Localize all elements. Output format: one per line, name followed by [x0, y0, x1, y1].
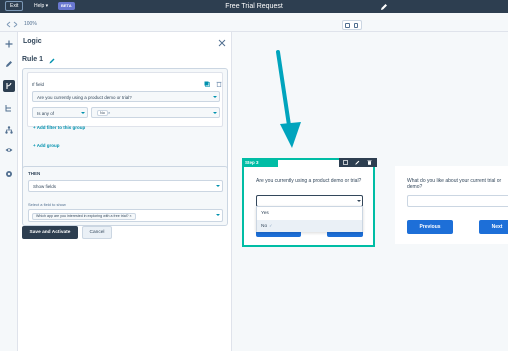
close-icon[interactable] — [218, 39, 226, 47]
then-label: THEN — [28, 171, 41, 176]
select-field-label: Select a field to show — [28, 202, 66, 207]
next-button[interactable]: Next — [479, 220, 508, 234]
action-select-value: Show fields — [33, 184, 57, 189]
value-select[interactable]: No × — [91, 107, 220, 118]
dropdown-options: Yes No ✓ — [256, 206, 363, 232]
target-field-select[interactable]: Which app are you interested in explorin… — [28, 209, 223, 222]
step-tag: Step 3 — [242, 158, 278, 167]
chevron-down-icon — [81, 112, 85, 114]
settings-gear-icon[interactable] — [3, 168, 15, 180]
add-group-link[interactable]: + Add group — [33, 143, 59, 148]
chevron-down-icon — [213, 96, 217, 98]
zoom-level[interactable]: 100% — [24, 21, 37, 27]
step-card[interactable]: Step 3 Are you currently using a product… — [242, 158, 377, 247]
top-bar: Exit Help ▾ BETA Free Trial Request — [0, 0, 508, 13]
form-title: Free Trial Request — [225, 3, 283, 10]
next-question-input[interactable] — [407, 195, 508, 207]
chevron-down-icon — [216, 214, 220, 216]
option-no[interactable]: No ✓ — [257, 220, 362, 232]
filter-group: If field Are you currently using a produ… — [27, 72, 223, 127]
editor-toolbar: 100% — [0, 17, 508, 32]
hierarchy-icon[interactable] — [3, 102, 15, 114]
value-chip: No — [97, 110, 108, 116]
left-rail — [0, 32, 18, 351]
operator-select-value: Is any of — [37, 111, 55, 116]
panel-title: Logic — [23, 38, 42, 45]
style-pencil-icon[interactable] — [3, 58, 15, 70]
form-canvas: Step 3 Are you currently using a product… — [233, 32, 508, 351]
edit-pencil-icon[interactable] — [355, 160, 360, 165]
field-select[interactable]: Are you currently using a product demo o… — [32, 91, 220, 102]
device-view-toggle[interactable] — [342, 20, 362, 30]
question-label: Are you currently using a product demo o… — [256, 178, 362, 184]
chip-remove-icon[interactable]: × — [108, 110, 110, 116]
mobile-view-icon[interactable] — [354, 23, 358, 28]
operator-select[interactable]: Is any of — [32, 107, 88, 118]
option-no-label: No — [261, 224, 268, 229]
rule-edit-pencil-icon[interactable] — [49, 57, 55, 64]
option-yes[interactable]: Yes — [257, 208, 362, 220]
next-step-card[interactable]: What do you like about your current tria… — [395, 166, 508, 244]
chevron-down-icon — [213, 112, 217, 114]
chevron-down-icon — [357, 200, 361, 202]
add-filter-link[interactable]: + Add filter to this group — [33, 125, 85, 130]
rule-title: Rule 1 — [22, 56, 44, 63]
next-question-label: What do you like about your current tria… — [407, 178, 502, 190]
chevron-down-icon — [216, 185, 220, 187]
add-icon[interactable] — [3, 38, 15, 50]
duplicate-icon[interactable] — [343, 160, 348, 165]
workflow-icon[interactable] — [3, 124, 15, 136]
undo-redo-icon[interactable] — [5, 20, 19, 29]
save-and-activate-button[interactable]: Save and Activate — [22, 226, 78, 239]
cancel-button[interactable]: Cancel — [82, 226, 112, 239]
action-select[interactable]: Show fields — [28, 180, 223, 192]
logic-panel: Logic Rule 1 If field Are you currently … — [18, 32, 232, 351]
clone-icon[interactable] — [204, 81, 210, 87]
desktop-view-icon[interactable] — [345, 23, 350, 28]
if-field-label: If field — [32, 82, 45, 87]
logic-branch-icon[interactable] — [3, 80, 15, 92]
field-select-value: Are you currently using a product demo o… — [37, 95, 132, 100]
then-action-card: THEN Show fields Select a field to show … — [22, 166, 228, 226]
check-icon: ✓ — [269, 223, 273, 228]
target-field-chip[interactable]: Which app are you interested in explorin… — [32, 213, 136, 220]
trash-icon[interactable] — [216, 81, 222, 87]
step-toolbar — [339, 158, 377, 167]
previous-button[interactable]: Previous — [407, 220, 453, 234]
pencil-icon[interactable] — [380, 2, 388, 11]
preview-eye-icon[interactable] — [3, 144, 15, 156]
delete-trash-icon[interactable] — [367, 160, 372, 165]
